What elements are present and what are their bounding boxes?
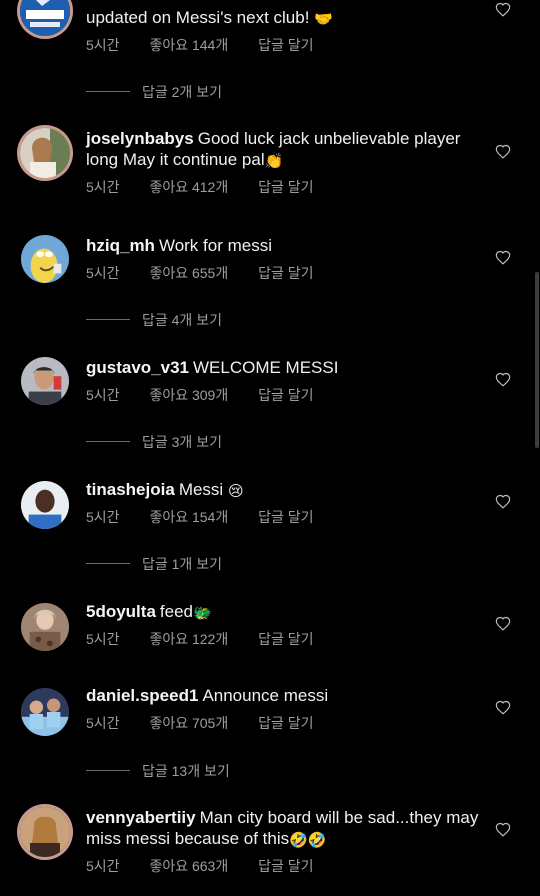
- reply-button[interactable]: 답글 달기: [258, 715, 313, 731]
- view-replies-label[interactable]: 답글 1개 보기: [142, 554, 222, 574]
- avatar[interactable]: [21, 235, 69, 283]
- avatar[interactable]: [17, 125, 73, 181]
- like-heart-icon[interactable]: [495, 700, 511, 715]
- comment-meta: 5시간 좋아요 144개 답글 달기: [86, 35, 481, 53]
- club-logo-icon: [20, 0, 70, 36]
- profile-photo-icon: [21, 481, 69, 529]
- comment-text: 5doyulta feed🐲: [86, 602, 212, 622]
- username[interactable]: 5doyulta: [86, 602, 156, 621]
- dragon-emoji: 🐲: [193, 605, 212, 622]
- comment-text: vennyabertiiy Man city board will be sad.…: [86, 808, 479, 849]
- comment-meta: 5시간 좋아요 663개 답글 달기: [86, 856, 481, 874]
- like-count[interactable]: 좋아요 154개: [149, 509, 228, 525]
- profile-photo-icon: [21, 688, 69, 736]
- comment-body: joselynbabys Good luck jack unbelievable …: [86, 128, 481, 195]
- comment-text: joselynbabys Good luck jack unbelievable …: [86, 129, 461, 170]
- comment-text: hziq_mh Work for messi: [86, 236, 272, 255]
- like-count[interactable]: 좋아요 705개: [149, 715, 228, 731]
- reply-button[interactable]: 답글 달기: [258, 509, 313, 525]
- avatar[interactable]: [21, 688, 69, 736]
- comment-body: 5doyulta feed🐲 5시간 좋아요 122개 답글 달기: [86, 601, 481, 647]
- like-count[interactable]: 좋아요 663개: [149, 858, 228, 874]
- scrollbar[interactable]: [535, 272, 539, 448]
- like-count[interactable]: 좋아요 655개: [149, 265, 228, 281]
- avatar[interactable]: [21, 481, 69, 529]
- comment-time: 5시간: [86, 179, 120, 195]
- divider-line: [86, 441, 130, 442]
- comment-text: updated on Messi's next club! 🤝: [86, 8, 333, 28]
- comment-time: 5시간: [86, 387, 120, 403]
- comment-text: daniel.speed1 Announce messi: [86, 686, 329, 705]
- like-count[interactable]: 좋아요 309개: [149, 387, 228, 403]
- view-replies-label[interactable]: 답글 13개 보기: [142, 761, 230, 781]
- username[interactable]: joselynbabys: [86, 129, 194, 148]
- comment-meta: 5시간 좋아요 412개 답글 달기: [86, 177, 481, 195]
- comment-meta: 5시간 좋아요 122개 답글 달기: [86, 629, 481, 647]
- divider-line: [86, 563, 130, 564]
- username[interactable]: tinashejoia: [86, 480, 175, 499]
- reply-button[interactable]: 답글 달기: [258, 631, 313, 647]
- handshake-emoji: 🤝: [314, 11, 333, 28]
- divider-line: [86, 770, 130, 771]
- view-replies-label[interactable]: 답글 4개 보기: [142, 310, 222, 330]
- like-heart-icon[interactable]: [495, 144, 511, 159]
- like-heart-icon[interactable]: [495, 250, 511, 265]
- comment-time: 5시간: [86, 37, 120, 53]
- like-count[interactable]: 좋아요 122개: [149, 631, 228, 647]
- divider-line: [86, 91, 130, 92]
- comment-meta: 5시간 좋아요 154개 답글 달기: [86, 507, 481, 525]
- comment-meta: 5시간 좋아요 705개 답글 달기: [86, 713, 481, 731]
- like-count[interactable]: 좋아요 412개: [149, 179, 228, 195]
- comment-text: tinashejoia Messi 😢: [86, 480, 244, 500]
- like-count[interactable]: 좋아요 144개: [149, 37, 228, 53]
- profile-photo-icon: [21, 357, 69, 405]
- profile-photo-icon: [20, 128, 70, 178]
- reply-button[interactable]: 답글 달기: [258, 37, 313, 53]
- profile-photo-icon: [21, 603, 69, 651]
- view-replies-label[interactable]: 답글 2개 보기: [142, 82, 222, 102]
- username[interactable]: gustavo_v31: [86, 358, 189, 377]
- like-heart-icon[interactable]: [495, 822, 511, 837]
- comment-time: 5시간: [86, 631, 120, 647]
- username[interactable]: hziq_mh: [86, 236, 155, 255]
- comments-screen: updated on Messi's next club! 🤝 5시간 좋아요 …: [0, 0, 540, 896]
- profile-photo-icon: [20, 807, 70, 857]
- comment-time: 5시간: [86, 715, 120, 731]
- like-heart-icon[interactable]: [495, 2, 511, 17]
- comment-body: tinashejoia Messi 😢 5시간 좋아요 154개 답글 달기: [86, 479, 481, 525]
- reply-button[interactable]: 답글 달기: [258, 387, 313, 403]
- comment-body: daniel.speed1 Announce messi 5시간 좋아요 705개…: [86, 685, 481, 731]
- comment-meta: 5시간 좋아요 655개 답글 달기: [86, 263, 481, 281]
- reply-button[interactable]: 답글 달기: [258, 858, 313, 874]
- crying-face-emoji: 😢: [227, 483, 244, 500]
- comment-body: updated on Messi's next club! 🤝 5시간 좋아요 …: [86, 7, 481, 53]
- like-heart-icon[interactable]: [495, 372, 511, 387]
- comment-text: gustavo_v31 WELCOME MESSI: [86, 358, 339, 377]
- comment-meta: 5시간 좋아요 309개 답글 달기: [86, 385, 481, 403]
- divider-line: [86, 319, 130, 320]
- like-heart-icon[interactable]: [495, 616, 511, 631]
- comment-time: 5시간: [86, 265, 120, 281]
- comment-body: gustavo_v31 WELCOME MESSI 5시간 좋아요 309개 답글…: [86, 357, 481, 403]
- cartoon-avatar-icon: [21, 235, 69, 283]
- username[interactable]: daniel.speed1: [86, 686, 198, 705]
- comment-body: vennyabertiiy Man city board will be sad.…: [86, 807, 481, 874]
- laughing-emoji: 🤣🤣: [289, 832, 327, 849]
- avatar[interactable]: [17, 804, 73, 860]
- avatar[interactable]: [17, 0, 73, 39]
- clapping-emoji: 👏: [264, 153, 284, 170]
- like-heart-icon[interactable]: [495, 494, 511, 509]
- comment-body: hziq_mh Work for messi 5시간 좋아요 655개 답글 달기: [86, 235, 481, 281]
- username[interactable]: vennyabertiiy: [86, 808, 196, 827]
- view-replies-label[interactable]: 답글 3개 보기: [142, 432, 222, 452]
- reply-button[interactable]: 답글 달기: [258, 265, 313, 281]
- comment-time: 5시간: [86, 509, 120, 525]
- comment-time: 5시간: [86, 858, 120, 874]
- avatar[interactable]: [21, 357, 69, 405]
- reply-button[interactable]: 답글 달기: [258, 179, 313, 195]
- avatar[interactable]: [21, 603, 69, 651]
